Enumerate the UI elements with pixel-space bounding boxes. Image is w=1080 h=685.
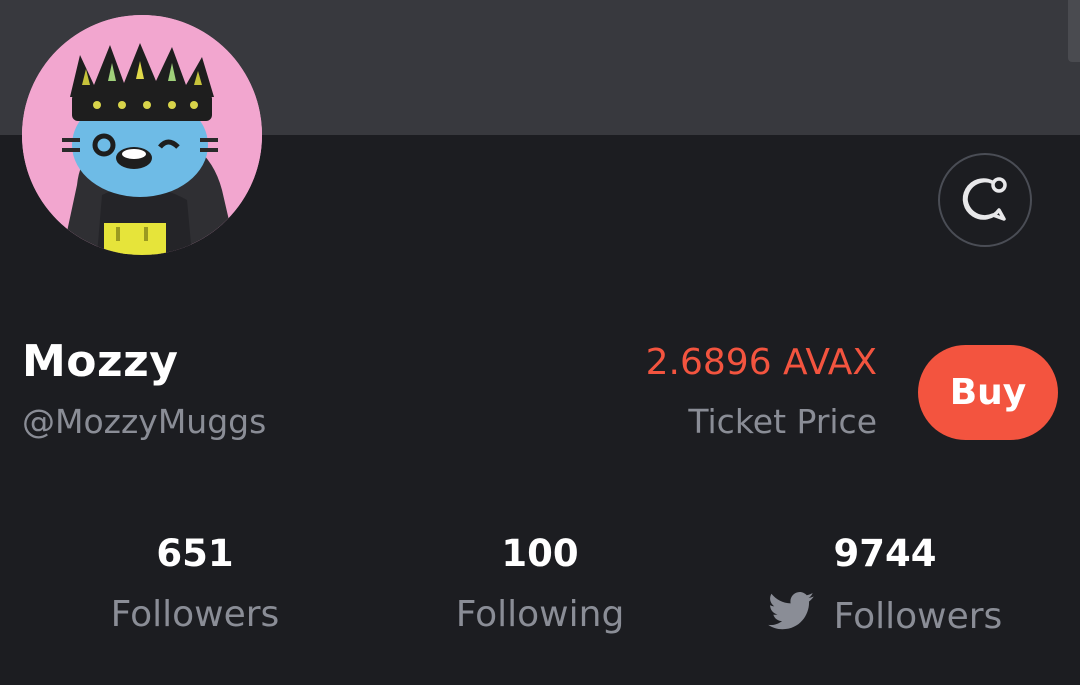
- following-count: 100: [501, 532, 579, 575]
- chat-button[interactable]: [938, 153, 1032, 247]
- followers-stat[interactable]: 651 Followers: [80, 530, 310, 638]
- following-stat[interactable]: 100 Following: [425, 530, 655, 638]
- twitter-followers-stat[interactable]: 9744 Followers: [740, 530, 1030, 642]
- profile-name: Mozzy: [22, 336, 179, 387]
- followers-label: Followers: [110, 594, 280, 635]
- profile-handle: @MozzyMuggs: [22, 402, 267, 441]
- chat-bubble-icon: [962, 177, 1007, 221]
- buy-button[interactable]: Buy: [918, 345, 1058, 440]
- ticket-price-label: Ticket Price: [688, 402, 877, 441]
- following-label: Following: [455, 594, 625, 635]
- avatar-image: [22, 15, 262, 255]
- avatar[interactable]: [22, 15, 262, 255]
- ticket-price: 2.6896 AVAX: [645, 342, 877, 383]
- twitter-icon: [767, 592, 814, 642]
- twitter-followers-count: 9744: [833, 532, 937, 575]
- profile-page: Mozzy @MozzyMuggs 2.6896 AVAX Ticket Pri…: [0, 0, 1080, 685]
- twitter-followers-label: Followers: [833, 596, 1003, 637]
- scrollbar-thumb[interactable]: [1068, 0, 1080, 62]
- followers-count: 651: [156, 532, 234, 575]
